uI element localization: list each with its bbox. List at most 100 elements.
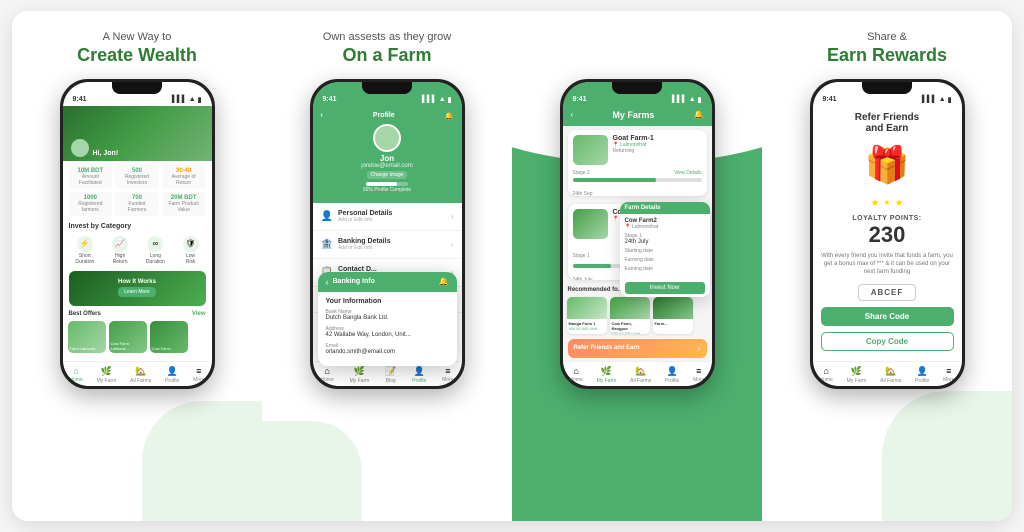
stat-label-reg-farmers: Registered farmers: [73, 201, 109, 213]
view-all-link[interactable]: View: [192, 311, 206, 317]
nav-allfarms-label-3: All Farms: [630, 378, 651, 384]
nav-more-1[interactable]: ≡ More: [193, 366, 204, 384]
referral-code: ABCEF: [871, 288, 904, 297]
high-return-label: HighReturn: [113, 253, 128, 265]
stat-funded: 700 Funded Farmers: [115, 192, 159, 216]
nav-myfarm-2[interactable]: 🌿 My Farm: [350, 366, 370, 384]
popup-start-label: Starting date: [625, 248, 705, 254]
nav-myfarm-3[interactable]: 🌿 My Farm: [597, 366, 617, 384]
nav-more-4[interactable]: ≡ More: [943, 366, 954, 384]
rewards-content: Refer Friendsand Earn 🎁 ★ ★ ★ LOYALTY PO…: [813, 106, 962, 360]
high-return-icon: 📈: [112, 236, 128, 252]
panel4-subtitle: Share &: [867, 31, 907, 43]
back-arrow-overlay[interactable]: ‹: [326, 277, 329, 287]
nav-more-3[interactable]: ≡ More: [693, 366, 704, 384]
refer-arrow: ›: [697, 343, 700, 354]
farms-back[interactable]: ‹: [571, 110, 574, 119]
menu-banking[interactable]: 🏦 Banking Details Add or Edit Info ›: [313, 231, 462, 259]
stat-reg-farmers: 1000 Registered farmers: [69, 192, 113, 216]
address-field: Address 42 Wallabe Way, London, Unit...: [326, 326, 449, 338]
banking-overlay-title: Banking Info: [333, 278, 375, 285]
bank-name-field: Bank Name Dutch Bangla Bank Ltd.: [326, 309, 449, 321]
rec-farm-1[interactable]: Manga Farm 1 400 40,000 Unit: [567, 297, 607, 333]
nav-profile-1[interactable]: 👤 Profile: [165, 366, 179, 384]
share-code-button[interactable]: Share Code: [821, 307, 954, 326]
invest-now-button[interactable]: Invest Now: [625, 282, 705, 294]
stat-val-product: 20M BDT: [166, 195, 202, 201]
nav-more-2[interactable]: ≡ More: [442, 366, 453, 384]
nav-myfarm-4[interactable]: 🌿 My Farm: [847, 366, 867, 384]
allfarms-icon: 🏡: [135, 366, 146, 377]
status-icons-3: ▌▌▌ ▲ ▮: [672, 96, 702, 104]
star-2: ★: [883, 198, 890, 209]
profile-avatar-wrap: Jon jondoe@email.com Change Image 55% Pr…: [361, 124, 412, 193]
farms-bell[interactable]: 🔔: [694, 110, 704, 119]
time-4: 9:41: [823, 96, 837, 103]
phone-notch-1: [112, 82, 162, 94]
phone-notch-2: [362, 82, 412, 94]
menu-personal[interactable]: 👤 Personal Details Add or Edit Info ›: [313, 203, 462, 231]
best-offers-row: Best Offers View: [63, 309, 212, 319]
nav-home-4[interactable]: ⌂ Home: [819, 366, 832, 384]
phone-screen-1: 9:41 ▌▌▌ ▲ ▮ Hi, Jon! 10M BDT Amount F: [63, 82, 212, 386]
nav-home-1[interactable]: ⌂ Home: [69, 366, 82, 384]
nav-allfarms-4[interactable]: 🏡 All Farms: [880, 366, 901, 384]
farm-card-1[interactable]: Goat Farm-1 📍 Lalmonirhat Returning Stag…: [568, 130, 707, 196]
panel-make-impact: Fund Farms now to Make an Impact 9:41 ▌▌…: [512, 11, 762, 521]
loyalty-points: 230: [869, 222, 906, 248]
nav-profile-2[interactable]: 👤 Profile: [412, 366, 426, 384]
phone-notch-3: [612, 82, 662, 94]
stat-label-product: Farm Product Value: [166, 201, 202, 213]
refer-banner[interactable]: Refer Friends and Earn ›: [568, 339, 707, 358]
banking-overlay: ‹ Banking Info 🔔 Your Information Bank N…: [318, 272, 457, 366]
star-3: ★: [895, 198, 904, 209]
status-icons-1: ▌▌▌ ▲ ▮: [172, 96, 202, 104]
rec-farm-2[interactable]: Cow Farm, Rangpur 400 40,000 Unit: [610, 297, 650, 333]
panel2-title: On a Farm: [342, 45, 431, 67]
nav-home-3[interactable]: ⌂ Home: [569, 366, 582, 384]
time-1: 9:41: [73, 96, 87, 103]
nav-allfarms-label: All Farms: [130, 378, 151, 384]
chevron-personal: ›: [451, 212, 454, 221]
long-duration-icon: ∞: [147, 236, 163, 252]
referral-code-box: ABCEF: [858, 284, 917, 301]
back-arrow[interactable]: ‹: [321, 112, 323, 120]
refer-title-text: Refer Friendsand Earn: [855, 112, 919, 134]
rec-farm-img-3: [653, 297, 693, 319]
nav-allfarms-3[interactable]: 🏡 All Farms: [630, 366, 651, 384]
nav-profile-label-1: Profile: [165, 378, 179, 384]
farm-thumb-3-label: Cow Farm...: [152, 346, 174, 351]
your-info-label: Your Information: [326, 298, 449, 305]
invest-category-title: Invest by Category: [63, 220, 212, 233]
learn-more-button[interactable]: Learn More: [118, 287, 156, 297]
nav-blog-2[interactable]: 📝 Blog: [385, 366, 396, 384]
farm-card-tag-1: Returning: [613, 148, 702, 154]
rec-farms: Manga Farm 1 400 40,000 Unit Cow Farm, R…: [563, 295, 712, 335]
loyalty-label: LOYALTY POINTS:: [852, 215, 921, 222]
nav-profile-3[interactable]: 👤 Profile: [665, 366, 679, 384]
view-details-1[interactable]: View Details: [674, 170, 701, 176]
farm-card-name-1: Goat Farm-1: [613, 135, 702, 142]
bell-icon-overlay[interactable]: 🔔: [439, 277, 449, 286]
nav-profile-4[interactable]: 👤 Profile: [915, 366, 929, 384]
nav-allfarms-1[interactable]: 🏡 All Farms: [130, 366, 151, 384]
phone-screen-2: 9:41 ▌▌▌ ▲ ▮ ‹ Profile 🔔 Jon: [313, 82, 462, 386]
farm-thumb-1[interactable]: Farm Lalmonir...: [68, 321, 106, 353]
nav-home-2[interactable]: ⌂ Home: [320, 366, 333, 384]
progress-bar: [366, 182, 407, 186]
wifi-icon: ▲: [189, 96, 196, 103]
copy-code-button[interactable]: Copy Code: [821, 332, 954, 351]
bank-name-value: Dutch Bangla Bank Ltd.: [326, 315, 449, 321]
popup-location: 📍 Lalmonirhat: [625, 224, 705, 230]
bell-icon[interactable]: 🔔: [445, 112, 454, 120]
battery-icon: ▮: [198, 96, 202, 104]
nav-profile-label-3: Profile: [665, 378, 679, 384]
farm-thumb-2[interactable]: Cow Farm Lalmonir...: [109, 321, 147, 353]
change-image-button[interactable]: Change Image: [367, 171, 408, 179]
nav-myfarm-1[interactable]: 🌿 My Farm: [97, 366, 117, 384]
greeting-text: Hi, Jon!: [93, 150, 119, 157]
blog-icon-2: 📝: [385, 366, 396, 377]
rec-farm-3[interactable]: Farm...: [653, 297, 693, 333]
farm-thumb-3[interactable]: Cow Farm...: [150, 321, 188, 353]
popup-earn-label: Earning date: [625, 266, 705, 272]
